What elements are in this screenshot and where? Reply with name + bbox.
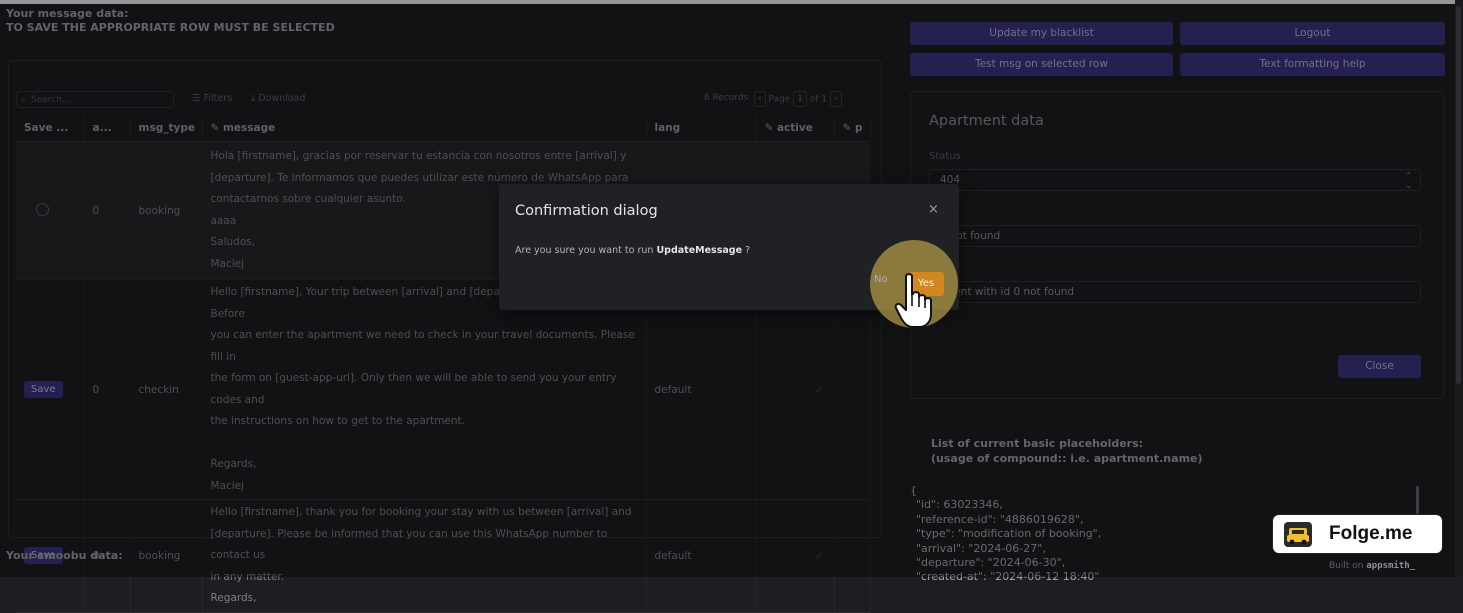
dialog-message: Are you sure you want to run UpdateMessa… bbox=[515, 245, 751, 256]
dialog-title: Confirmation dialog bbox=[515, 203, 658, 219]
folge-text: Folge.me bbox=[1329, 523, 1413, 544]
folge-badge: Folge.me bbox=[1272, 514, 1443, 554]
hand-cursor-icon bbox=[894, 273, 932, 328]
folge-logo-icon bbox=[1284, 522, 1312, 547]
close-icon[interactable]: × bbox=[928, 202, 939, 217]
built-on-appsmith[interactable]: Built on appsmith_ bbox=[1329, 561, 1415, 571]
no-button[interactable]: No bbox=[874, 274, 888, 285]
